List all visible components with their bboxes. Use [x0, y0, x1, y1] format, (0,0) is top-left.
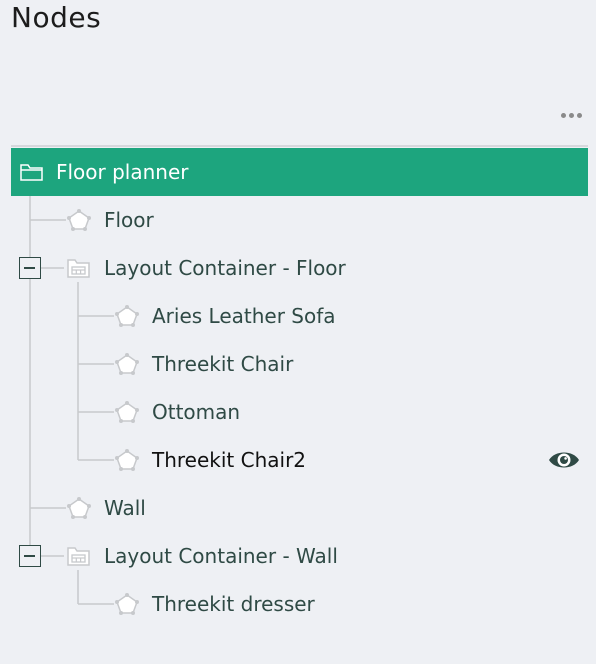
- folder-icon: [20, 164, 43, 181]
- tree-row-label: Wall: [104, 496, 146, 520]
- tree-row-wall[interactable]: Wall: [60, 484, 588, 532]
- tree-row-floor[interactable]: Floor: [11, 196, 588, 244]
- collapse-toggle[interactable]: [19, 545, 41, 567]
- node-icon: [115, 593, 139, 615]
- tree-row-label: Aries Leather Sofa: [152, 304, 336, 328]
- tree-row-aries-leather-sofa[interactable]: Aries Leather Sofa: [108, 292, 588, 340]
- tree-row-label: Ottoman: [152, 400, 241, 424]
- more-dot: [576, 112, 582, 118]
- node-icon: [67, 209, 91, 231]
- tree-row-ottoman[interactable]: Ottoman: [108, 388, 588, 436]
- node-icon: [115, 305, 139, 327]
- tree-row-threekit-dresser[interactable]: Threekit dresser: [108, 580, 588, 628]
- tree-row-label: Threekit Chair: [152, 352, 294, 376]
- collapse-toggle[interactable]: [19, 257, 41, 279]
- eye-icon[interactable]: [548, 448, 580, 472]
- node-icon: [115, 401, 139, 423]
- node-icon: [115, 353, 139, 375]
- tree-row-label: Threekit dresser: [152, 592, 315, 616]
- tree-row-label: Layout Container - Floor: [104, 256, 346, 280]
- node-icon: [67, 497, 91, 519]
- layout-container-icon: [67, 259, 90, 278]
- tree-row-label: Threekit Chair2: [152, 448, 307, 472]
- more-options-button[interactable]: [554, 104, 588, 126]
- tree-row-label: Floor planner: [56, 160, 189, 184]
- panel-title: Nodes: [11, 1, 102, 34]
- tree-row-threekit-chair2[interactable]: Threekit Chair2: [108, 436, 588, 484]
- tree-row-layout-container-wall[interactable]: Layout Container - Wall: [60, 532, 588, 580]
- more-dot: [560, 112, 566, 118]
- more-dot: [568, 112, 574, 118]
- layout-container-icon: [67, 547, 90, 566]
- tree-row-threekit-chair[interactable]: Threekit Chair: [108, 340, 588, 388]
- node-icon: [115, 449, 139, 471]
- panel-divider: [11, 145, 588, 147]
- tree-row-label: Floor: [104, 208, 154, 232]
- tree-row-layout-container-floor[interactable]: Layout Container - Floor: [60, 244, 588, 292]
- tree-row-label: Layout Container - Wall: [104, 544, 338, 568]
- tree-row-floor-planner[interactable]: Floor planner: [11, 148, 588, 196]
